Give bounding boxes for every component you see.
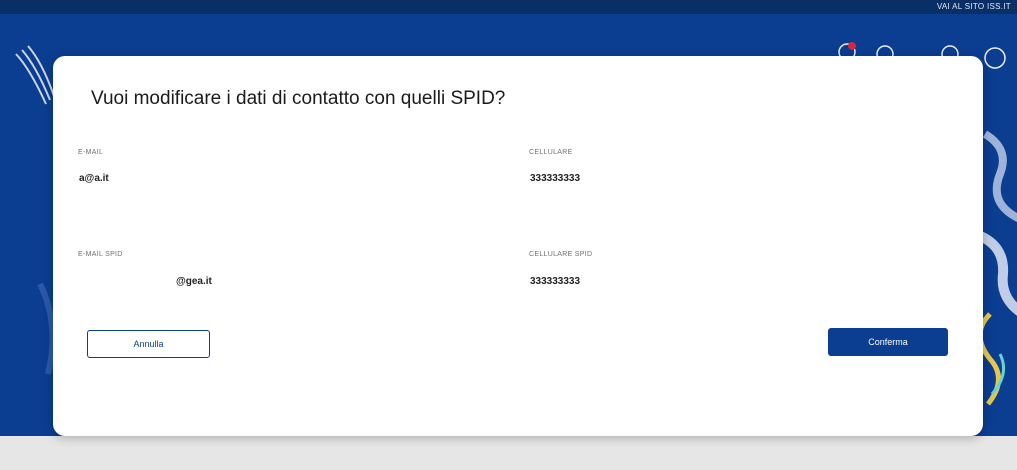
top-bar: VAI AL SITO ISS.IT — [0, 0, 1017, 14]
email-value: a@a.it — [79, 173, 109, 184]
email-spid-label: E-MAIL SPID — [78, 251, 123, 258]
spid-contact-dialog: Vuoi modificare i dati di contatto con q… — [53, 56, 983, 436]
email-label: E-MAIL — [78, 149, 104, 156]
logo-icon — [15, 45, 55, 105]
phone-label: CELLULARE — [529, 149, 573, 156]
confirm-button[interactable]: Conferma — [828, 328, 948, 356]
phone-spid-value: 333333333 — [530, 276, 581, 287]
phone-value: 333333333 — [530, 173, 581, 184]
logout-icon — [984, 47, 1006, 69]
page-bottom — [0, 436, 1017, 470]
cancel-button[interactable]: Annulla — [87, 330, 210, 358]
email-spid-value: @gea.it — [176, 276, 212, 287]
dialog-title: Vuoi modificare i dati di contatto con q… — [91, 88, 506, 109]
external-site-link[interactable]: VAI AL SITO ISS.IT — [937, 2, 1011, 12]
phone-spid-label: CELLULARE SPID — [529, 251, 593, 258]
